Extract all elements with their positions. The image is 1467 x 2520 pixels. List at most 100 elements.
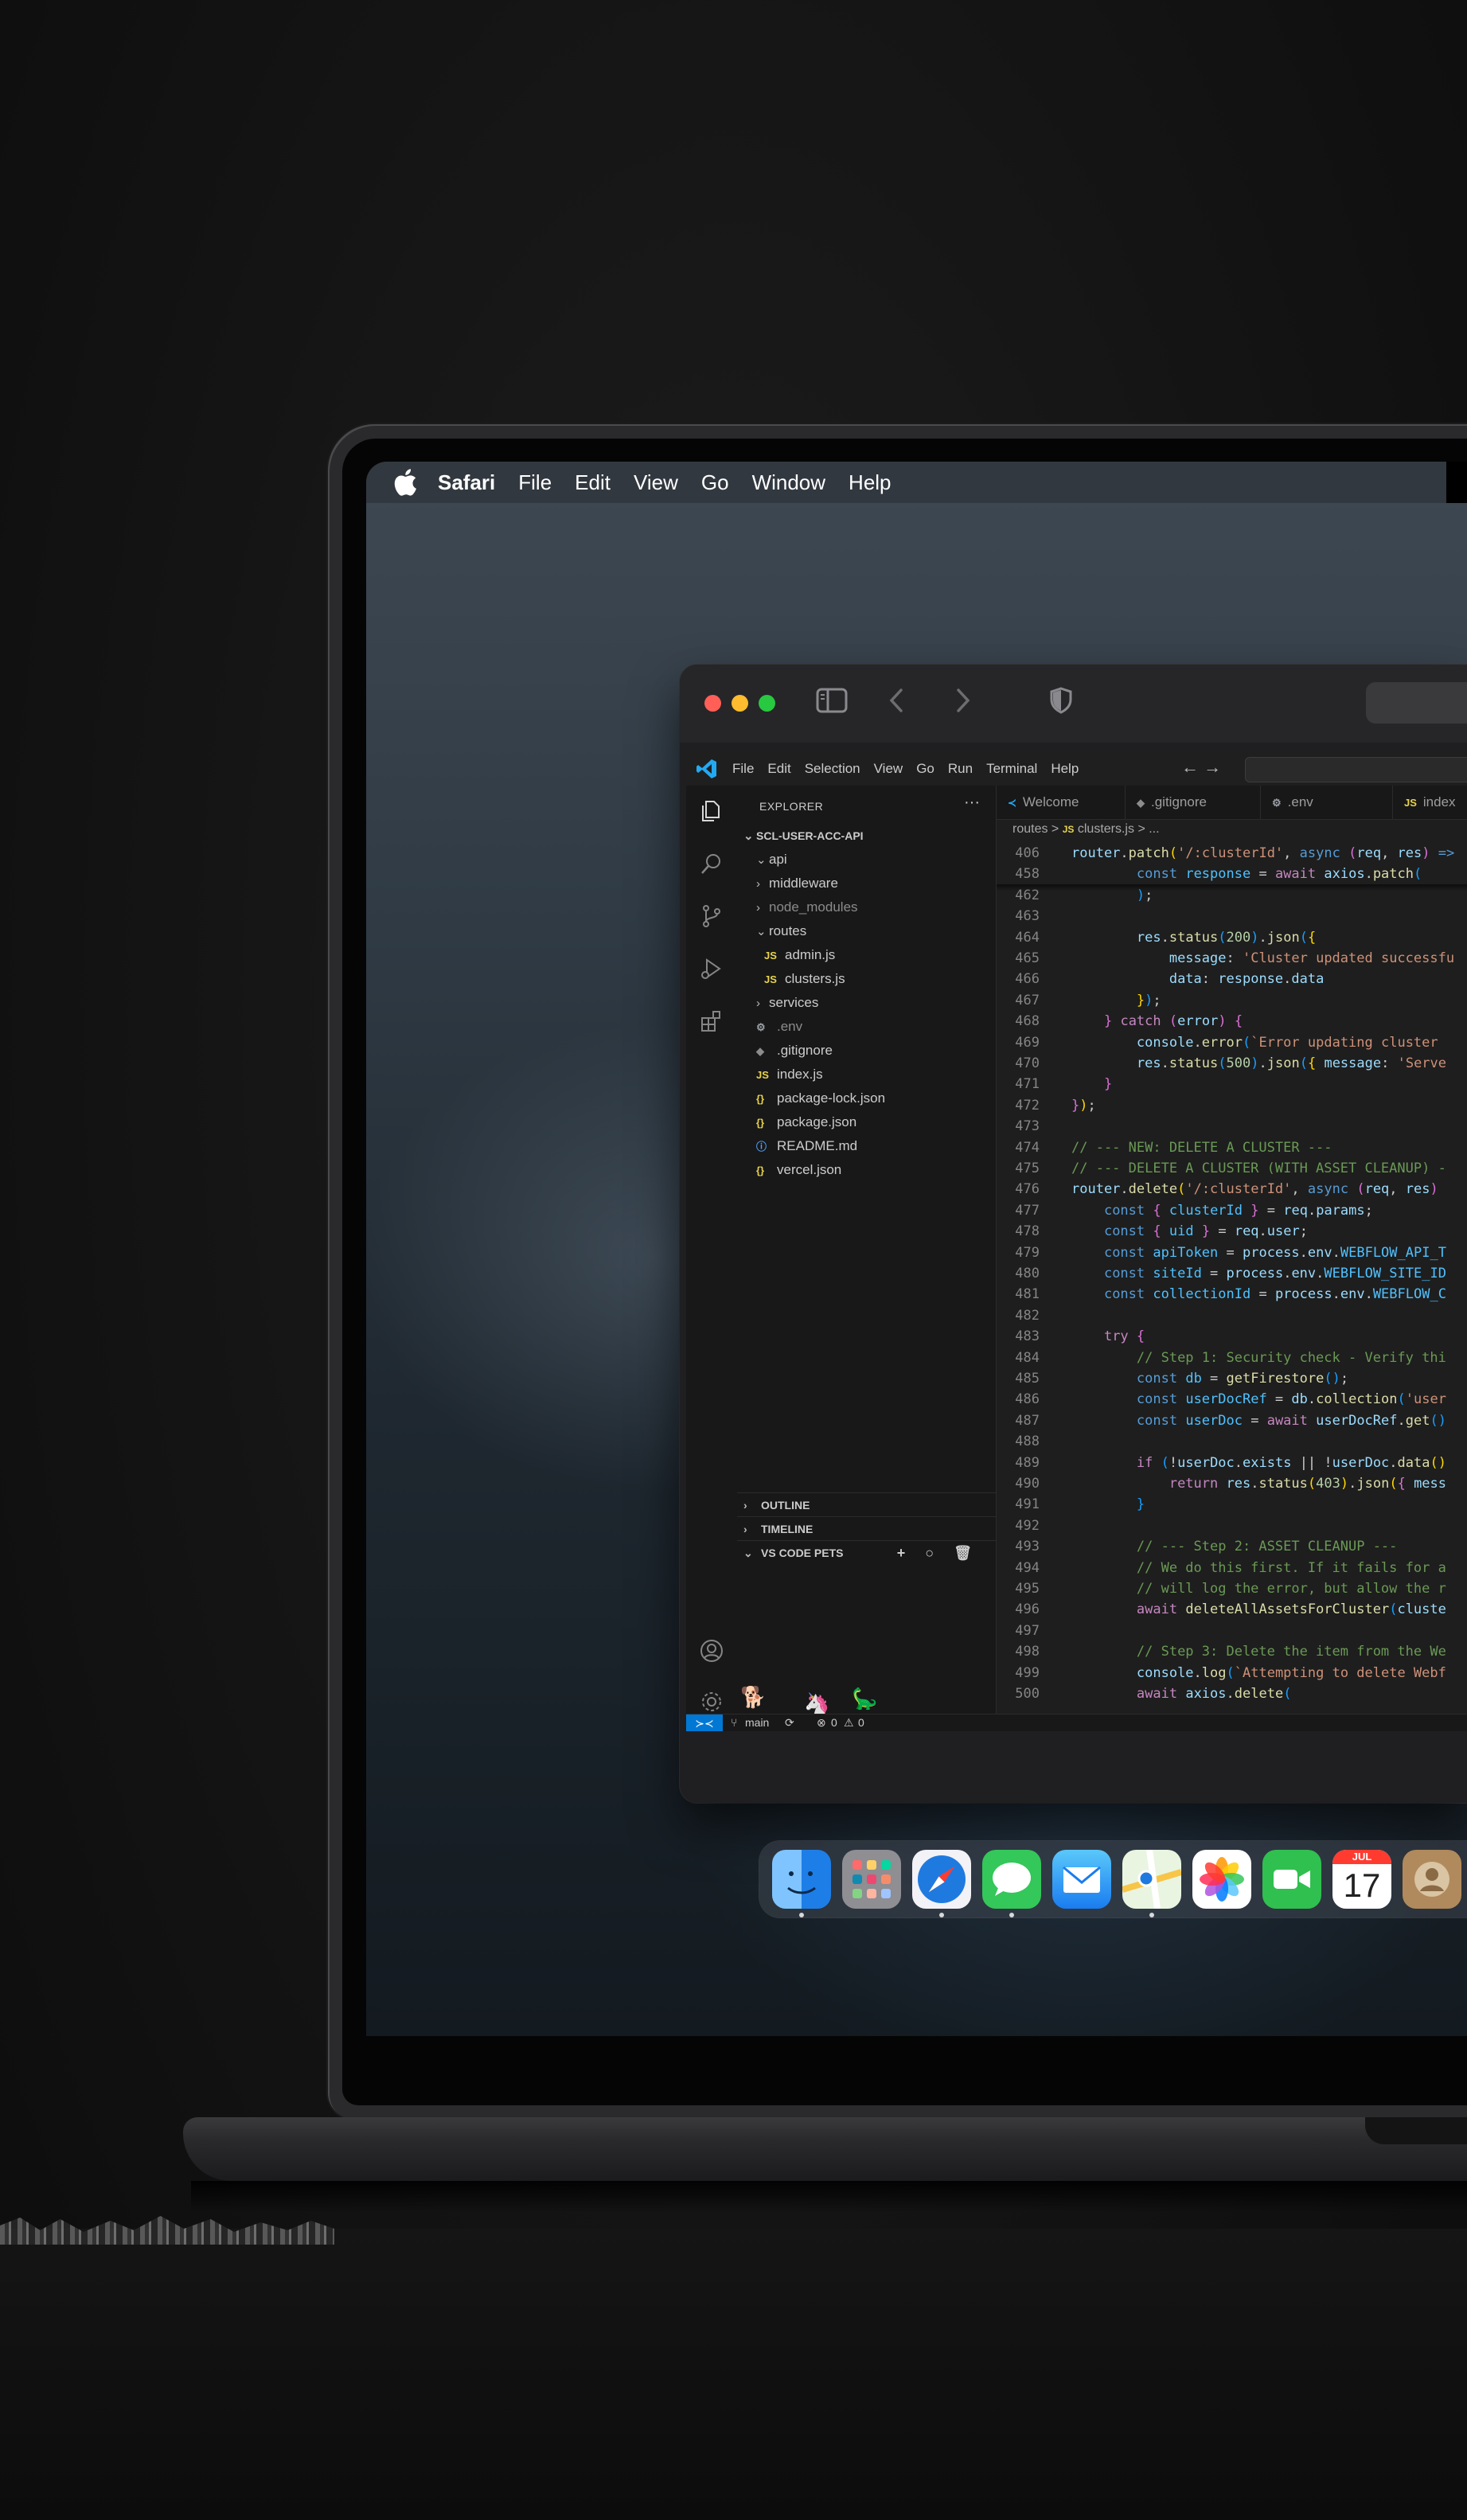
code-line[interactable]: console.log(`Attempting to delete Webf xyxy=(1071,1663,1446,1683)
breadcrumb-folder[interactable]: routes xyxy=(1012,822,1048,836)
breadcrumb-file[interactable]: clusters.js xyxy=(1078,822,1134,836)
code-line[interactable]: try { xyxy=(1071,1326,1145,1347)
vs-nav-arrows[interactable]: ← → xyxy=(1181,757,1221,778)
launchpad-icon[interactable] xyxy=(842,1850,901,1909)
sidebar-toggle-icon[interactable] xyxy=(816,687,848,723)
tree-folder-node-modules[interactable]: › node_modules xyxy=(756,895,858,919)
code-line[interactable]: const { clusterId } = req.params; xyxy=(1071,1200,1373,1221)
breadcrumb-more[interactable]: > ... xyxy=(1137,822,1159,836)
contacts-icon[interactable] xyxy=(1403,1850,1461,1909)
code-line[interactable]: const siteId = process.env.WEBFLOW_SITE_… xyxy=(1071,1263,1446,1284)
explorer-more-icon[interactable]: ··· xyxy=(964,794,980,812)
code-line[interactable]: await axios.delete( xyxy=(1071,1683,1292,1704)
tab-env[interactable]: ⚙ .env xyxy=(1261,786,1393,819)
code-line[interactable]: // --- NEW: DELETE A CLUSTER --- xyxy=(1071,1137,1332,1158)
tree-file-vercel-json[interactable]: {} vercel.json xyxy=(756,1158,841,1182)
code-line[interactable]: router.delete('/:clusterId', async (req,… xyxy=(1071,1179,1438,1200)
code-line[interactable]: const { uid } = req.user; xyxy=(1071,1221,1308,1242)
branch-name[interactable]: main xyxy=(745,1716,769,1729)
code-line[interactable]: // --- DELETE A CLUSTER (WITH ASSET CLEA… xyxy=(1071,1158,1446,1179)
tree-folder-api[interactable]: ⌄ api xyxy=(756,848,787,872)
vs-menu-file[interactable]: File xyxy=(732,761,754,777)
finder-icon[interactable] xyxy=(772,1850,831,1909)
panel-timeline[interactable]: › TIMELINE xyxy=(737,1516,996,1541)
apple-icon[interactable] xyxy=(393,468,419,497)
menu-help[interactable]: Help xyxy=(849,470,891,495)
panel-vscode-pets[interactable]: ⌄ VS CODE PETS + ○ 🗑 xyxy=(737,1540,996,1565)
menu-window[interactable]: Window xyxy=(752,470,825,495)
tree-root-folder[interactable]: ⌄ SCL-USER-ACC-API xyxy=(743,824,864,848)
code-line[interactable]: } catch (error) { xyxy=(1071,1011,1243,1032)
tree-folder-services[interactable]: › services xyxy=(756,991,818,1015)
tree-file-gitignore[interactable]: ◆ .gitignore xyxy=(756,1039,833,1063)
code-line[interactable]: await deleteAllAssetsForCluster(cluste xyxy=(1071,1599,1446,1620)
code-line[interactable]: res.status(500).json({ message: 'Serve xyxy=(1071,1053,1446,1074)
code-line[interactable]: return res.status(403).json({ mess xyxy=(1071,1473,1446,1494)
code-line[interactable]: router.patch('/:clusterId', async (req, … xyxy=(1071,843,1454,864)
code-line[interactable]: const userDocRef = db.collection('user xyxy=(1071,1389,1446,1410)
extensions-icon[interactable] xyxy=(699,1008,724,1034)
zoom-window-button[interactable] xyxy=(759,695,775,712)
forward-icon[interactable] xyxy=(955,687,971,723)
source-control-icon[interactable] xyxy=(699,903,724,929)
minimize-window-button[interactable] xyxy=(732,695,748,712)
code-line[interactable]: const response = await axios.patch( xyxy=(1071,864,1422,884)
vs-menu-terminal[interactable]: Terminal xyxy=(986,761,1037,777)
tree-folder-routes[interactable]: ⌄ routes xyxy=(756,919,806,943)
menu-file[interactable]: File xyxy=(518,470,552,495)
calendar-icon[interactable]: JUL 17 xyxy=(1332,1850,1391,1909)
code-line[interactable]: const db = getFirestore(); xyxy=(1071,1368,1348,1389)
run-debug-icon[interactable] xyxy=(699,956,724,981)
code-line[interactable]: // We do this first. If it fails for a xyxy=(1071,1558,1446,1578)
code-line[interactable]: message: 'Cluster updated successfu xyxy=(1071,948,1454,969)
menu-go[interactable]: Go xyxy=(701,470,729,495)
tab-welcome[interactable]: ≺ Welcome xyxy=(997,786,1126,819)
code-line[interactable]: // Step 1: Security check - Verify thi xyxy=(1071,1348,1446,1368)
code-line[interactable]: res.status(200).json({ xyxy=(1071,927,1316,948)
code-line[interactable]: const collectionId = process.env.WEBFLOW… xyxy=(1071,1284,1446,1305)
mail-icon[interactable] xyxy=(1052,1850,1111,1909)
pets-actions[interactable]: + ○ 🗑 xyxy=(897,1541,980,1565)
code-line[interactable]: } xyxy=(1071,1074,1112,1094)
account-icon[interactable] xyxy=(699,1638,724,1664)
tab-index[interactable]: JS index xyxy=(1393,786,1467,819)
code-line[interactable]: }); xyxy=(1071,1095,1096,1116)
code-line[interactable]: }); xyxy=(1071,990,1161,1011)
tab-gitignore[interactable]: ◆ .gitignore xyxy=(1126,786,1261,819)
tree-folder-middleware[interactable]: › middleware xyxy=(756,872,838,895)
vs-menu-help[interactable]: Help xyxy=(1051,761,1079,777)
panel-outline[interactable]: › OUTLINE xyxy=(737,1492,996,1517)
code-line[interactable]: } xyxy=(1071,1494,1145,1515)
menu-edit[interactable]: Edit xyxy=(575,470,611,495)
tree-file-package-lock[interactable]: {} package-lock.json xyxy=(756,1086,885,1110)
tree-file-package-json[interactable]: {} package.json xyxy=(756,1110,856,1134)
search-icon[interactable] xyxy=(699,851,724,876)
code-line[interactable]: // Step 3: Delete the item from the We xyxy=(1071,1641,1446,1662)
vs-menu-view[interactable]: View xyxy=(874,761,903,777)
vs-menu-selection[interactable]: Selection xyxy=(805,761,860,777)
code-line[interactable]: data: response.data xyxy=(1071,969,1325,989)
tree-file-env[interactable]: ⚙ .env xyxy=(756,1015,802,1039)
code-line[interactable]: if (!userDoc.exists || !userDoc.data() xyxy=(1071,1453,1446,1473)
menu-app-safari[interactable]: Safari xyxy=(438,470,495,495)
code-line[interactable]: const apiToken = process.env.WEBFLOW_API… xyxy=(1071,1242,1446,1263)
settings-gear-icon[interactable] xyxy=(699,1689,724,1714)
sync-icon[interactable]: ⟳ xyxy=(785,1716,794,1730)
address-bar[interactable] xyxy=(1366,682,1467,724)
vs-menu-go[interactable]: Go xyxy=(916,761,934,777)
photos-icon[interactable] xyxy=(1192,1850,1251,1909)
tree-file-admin-js[interactable]: JS admin.js xyxy=(764,943,835,967)
explorer-icon[interactable] xyxy=(699,798,724,824)
facetime-icon[interactable] xyxy=(1262,1850,1321,1909)
code-line[interactable]: const userDoc = await userDocRef.get() xyxy=(1071,1410,1446,1431)
privacy-shield-icon[interactable] xyxy=(1049,687,1073,723)
code-line[interactable]: console.error(`Error updating cluster xyxy=(1071,1032,1438,1053)
code-area[interactable]: 406 router.patch('/:clusterId', async (re… xyxy=(997,843,1467,1714)
error-count[interactable]: 0 xyxy=(831,1716,837,1729)
code-line[interactable]: // --- Step 2: ASSET CLEANUP --- xyxy=(1071,1536,1398,1557)
close-window-button[interactable] xyxy=(704,695,721,712)
tree-file-clusters-js[interactable]: JS clusters.js xyxy=(764,967,845,991)
vs-menu-edit[interactable]: Edit xyxy=(767,761,790,777)
safari-icon[interactable] xyxy=(912,1850,971,1909)
tree-file-index-js[interactable]: JS index.js xyxy=(756,1063,823,1086)
